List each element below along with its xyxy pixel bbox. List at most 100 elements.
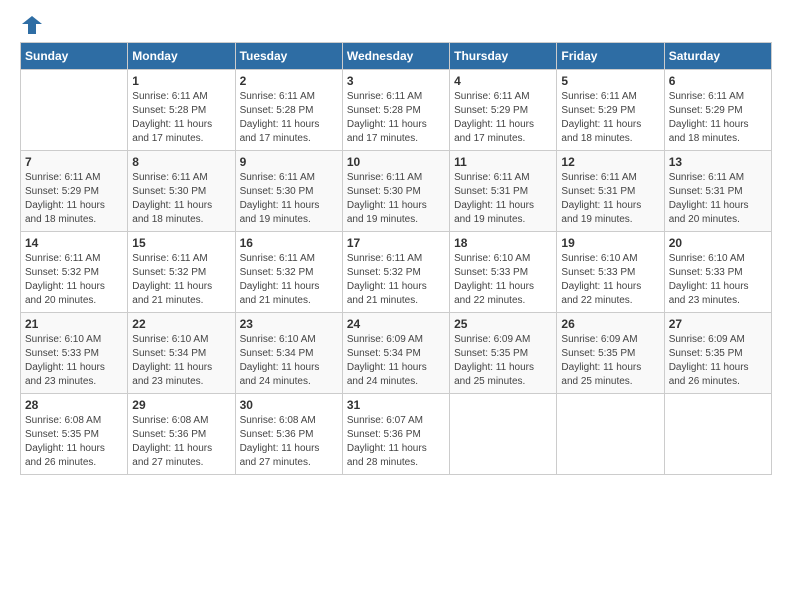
day-number: 22 <box>132 317 230 331</box>
calendar-cell: 15 Sunrise: 6:11 AM Sunset: 5:32 PM Dayli… <box>128 232 235 313</box>
calendar-cell: 31 Sunrise: 6:07 AM Sunset: 5:36 PM Dayli… <box>342 394 449 475</box>
day-info: Sunrise: 6:11 AM Sunset: 5:29 PM Dayligh… <box>669 90 767 146</box>
day-number: 2 <box>240 74 338 88</box>
calendar-cell <box>21 70 128 151</box>
header-row: SundayMondayTuesdayWednesdayThursdayFrid… <box>21 43 772 70</box>
day-info: Sunrise: 6:10 AM Sunset: 5:33 PM Dayligh… <box>25 333 123 389</box>
day-info: Sunrise: 6:11 AM Sunset: 5:32 PM Dayligh… <box>347 252 445 308</box>
calendar-cell: 28 Sunrise: 6:08 AM Sunset: 5:35 PM Dayli… <box>21 394 128 475</box>
calendar-cell: 25 Sunrise: 6:09 AM Sunset: 5:35 PM Dayli… <box>450 313 557 394</box>
calendar-cell: 3 Sunrise: 6:11 AM Sunset: 5:28 PM Daylig… <box>342 70 449 151</box>
week-row-2: 7Sunrise: 6:11 AM Sunset: 5:29 PM Daylig… <box>21 151 772 232</box>
column-header-saturday: Saturday <box>664 43 771 70</box>
calendar-cell: 11 Sunrise: 6:11 AM Sunset: 5:31 PM Dayli… <box>450 151 557 232</box>
day-number: 15 <box>132 236 230 250</box>
day-info: Sunrise: 6:09 AM Sunset: 5:34 PM Dayligh… <box>347 333 445 389</box>
calendar-cell: 13 Sunrise: 6:11 AM Sunset: 5:31 PM Dayli… <box>664 151 771 232</box>
day-number: 27 <box>669 317 767 331</box>
week-row-5: 28 Sunrise: 6:08 AM Sunset: 5:35 PM Dayli… <box>21 394 772 475</box>
calendar-cell: 5 Sunrise: 6:11 AM Sunset: 5:29 PM Daylig… <box>557 70 664 151</box>
day-info: Sunrise: 6:07 AM Sunset: 5:36 PM Dayligh… <box>347 414 445 470</box>
calendar-cell: 21 Sunrise: 6:10 AM Sunset: 5:33 PM Dayli… <box>21 313 128 394</box>
calendar-cell: 9 Sunrise: 6:11 AM Sunset: 5:30 PM Daylig… <box>235 151 342 232</box>
week-row-3: 14 Sunrise: 6:11 AM Sunset: 5:32 PM Dayli… <box>21 232 772 313</box>
day-number: 29 <box>132 398 230 412</box>
calendar-cell: 24 Sunrise: 6:09 AM Sunset: 5:34 PM Dayli… <box>342 313 449 394</box>
calendar-cell: 4 Sunrise: 6:11 AM Sunset: 5:29 PM Daylig… <box>450 70 557 151</box>
day-number: 9 <box>240 155 338 169</box>
day-info: Sunrise: 6:11 AM Sunset: 5:30 PM Dayligh… <box>347 171 445 227</box>
day-number: 7 <box>25 155 123 169</box>
day-info: Sunrise: 6:11 AM Sunset: 5:29 PM Dayligh… <box>561 90 659 146</box>
day-number: 6 <box>669 74 767 88</box>
day-number: 8 <box>132 155 230 169</box>
day-info: Sunrise: 6:11 AM Sunset: 5:28 PM Dayligh… <box>132 90 230 146</box>
day-number: 25 <box>454 317 552 331</box>
day-info: Sunrise: 6:11 AM Sunset: 5:29 PM Dayligh… <box>454 90 552 146</box>
logo-icon <box>22 16 42 36</box>
calendar-cell: 27 Sunrise: 6:09 AM Sunset: 5:35 PM Dayli… <box>664 313 771 394</box>
calendar-cell: 14Sunrise: 6:11 AM Sunset: 5:32 PM Dayli… <box>21 232 128 313</box>
calendar-cell: 22 Sunrise: 6:10 AM Sunset: 5:34 PM Dayli… <box>128 313 235 394</box>
day-number: 21 <box>25 317 123 331</box>
calendar-cell: 6 Sunrise: 6:11 AM Sunset: 5:29 PM Daylig… <box>664 70 771 151</box>
day-info: Sunrise: 6:10 AM Sunset: 5:33 PM Dayligh… <box>561 252 659 308</box>
calendar-cell: 26 Sunrise: 6:09 AM Sunset: 5:35 PM Dayli… <box>557 313 664 394</box>
column-header-tuesday: Tuesday <box>235 43 342 70</box>
calendar-cell: 10 Sunrise: 6:11 AM Sunset: 5:30 PM Dayli… <box>342 151 449 232</box>
day-info: Sunrise: 6:09 AM Sunset: 5:35 PM Dayligh… <box>454 333 552 389</box>
day-number: 18 <box>454 236 552 250</box>
page-header <box>20 20 772 32</box>
calendar-table: SundayMondayTuesdayWednesdayThursdayFrid… <box>20 42 772 475</box>
day-number: 10 <box>347 155 445 169</box>
day-number: 19 <box>561 236 659 250</box>
calendar-cell: 1Sunrise: 6:11 AM Sunset: 5:28 PM Daylig… <box>128 70 235 151</box>
column-header-friday: Friday <box>557 43 664 70</box>
day-number: 24 <box>347 317 445 331</box>
calendar-cell: 16 Sunrise: 6:11 AM Sunset: 5:32 PM Dayli… <box>235 232 342 313</box>
day-info: Sunrise: 6:09 AM Sunset: 5:35 PM Dayligh… <box>561 333 659 389</box>
day-info: Sunrise: 6:10 AM Sunset: 5:34 PM Dayligh… <box>132 333 230 389</box>
day-number: 28 <box>25 398 123 412</box>
day-number: 17 <box>347 236 445 250</box>
day-info: Sunrise: 6:10 AM Sunset: 5:33 PM Dayligh… <box>454 252 552 308</box>
day-info: Sunrise: 6:10 AM Sunset: 5:34 PM Dayligh… <box>240 333 338 389</box>
day-info: Sunrise: 6:10 AM Sunset: 5:33 PM Dayligh… <box>669 252 767 308</box>
day-info: Sunrise: 6:11 AM Sunset: 5:30 PM Dayligh… <box>240 171 338 227</box>
day-number: 23 <box>240 317 338 331</box>
calendar-cell: 20Sunrise: 6:10 AM Sunset: 5:33 PM Dayli… <box>664 232 771 313</box>
day-number: 11 <box>454 155 552 169</box>
day-info: Sunrise: 6:11 AM Sunset: 5:31 PM Dayligh… <box>454 171 552 227</box>
calendar-cell: 29 Sunrise: 6:08 AM Sunset: 5:36 PM Dayli… <box>128 394 235 475</box>
column-header-wednesday: Wednesday <box>342 43 449 70</box>
day-number: 16 <box>240 236 338 250</box>
day-info: Sunrise: 6:11 AM Sunset: 5:32 PM Dayligh… <box>240 252 338 308</box>
day-info: Sunrise: 6:08 AM Sunset: 5:36 PM Dayligh… <box>132 414 230 470</box>
calendar-cell: 2Sunrise: 6:11 AM Sunset: 5:28 PM Daylig… <box>235 70 342 151</box>
calendar-cell: 23 Sunrise: 6:10 AM Sunset: 5:34 PM Dayli… <box>235 313 342 394</box>
day-info: Sunrise: 6:11 AM Sunset: 5:31 PM Dayligh… <box>669 171 767 227</box>
day-info: Sunrise: 6:09 AM Sunset: 5:35 PM Dayligh… <box>669 333 767 389</box>
day-info: Sunrise: 6:11 AM Sunset: 5:31 PM Dayligh… <box>561 171 659 227</box>
calendar-cell: 12Sunrise: 6:11 AM Sunset: 5:31 PM Dayli… <box>557 151 664 232</box>
day-number: 5 <box>561 74 659 88</box>
day-number: 26 <box>561 317 659 331</box>
calendar-cell <box>450 394 557 475</box>
week-row-4: 21 Sunrise: 6:10 AM Sunset: 5:33 PM Dayli… <box>21 313 772 394</box>
calendar-cell <box>664 394 771 475</box>
day-number: 13 <box>669 155 767 169</box>
calendar-cell: 18 Sunrise: 6:10 AM Sunset: 5:33 PM Dayli… <box>450 232 557 313</box>
day-number: 4 <box>454 74 552 88</box>
day-info: Sunrise: 6:11 AM Sunset: 5:30 PM Dayligh… <box>132 171 230 227</box>
day-info: Sunrise: 6:11 AM Sunset: 5:32 PM Dayligh… <box>132 252 230 308</box>
day-number: 30 <box>240 398 338 412</box>
calendar-cell: 19 Sunrise: 6:10 AM Sunset: 5:33 PM Dayli… <box>557 232 664 313</box>
day-number: 3 <box>347 74 445 88</box>
day-info: Sunrise: 6:08 AM Sunset: 5:36 PM Dayligh… <box>240 414 338 470</box>
day-number: 31 <box>347 398 445 412</box>
day-info: Sunrise: 6:11 AM Sunset: 5:28 PM Dayligh… <box>347 90 445 146</box>
week-row-1: 1Sunrise: 6:11 AM Sunset: 5:28 PM Daylig… <box>21 70 772 151</box>
column-header-thursday: Thursday <box>450 43 557 70</box>
day-number: 14 <box>25 236 123 250</box>
day-info: Sunrise: 6:08 AM Sunset: 5:35 PM Dayligh… <box>25 414 123 470</box>
